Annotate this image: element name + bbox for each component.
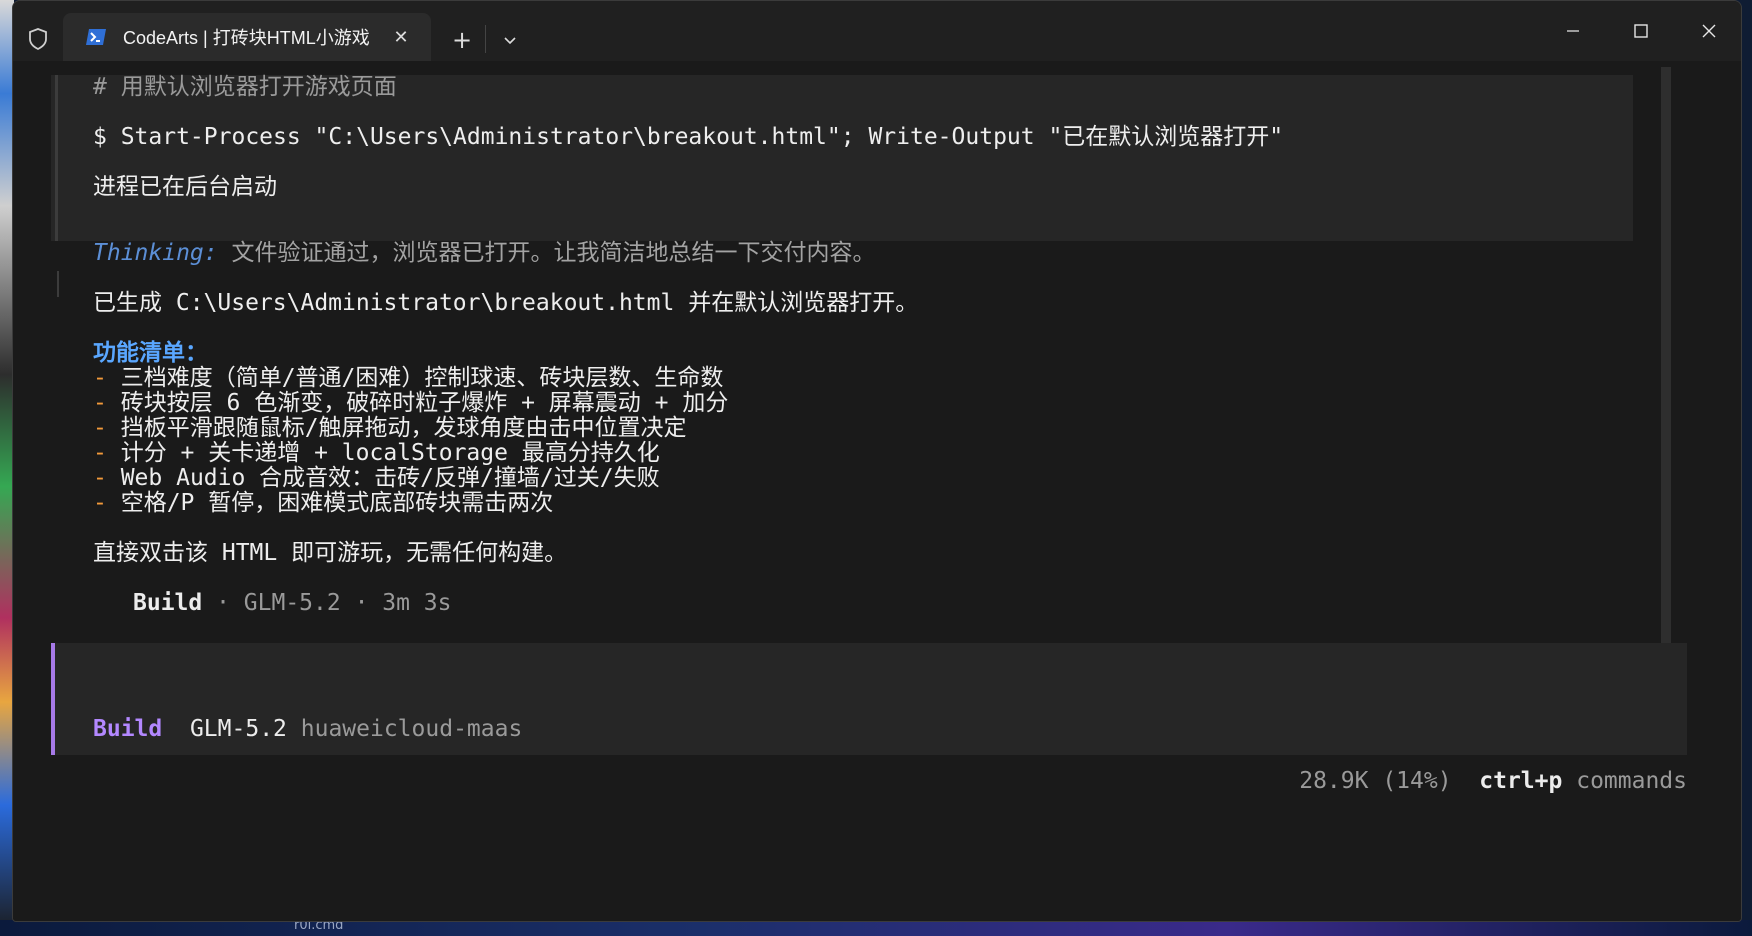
chevron-down-icon[interactable]: [493, 23, 527, 57]
token-usage: 28.9K (14%): [1299, 768, 1452, 794]
close-icon[interactable]: [1679, 11, 1739, 51]
response-summary: 已生成 C:\Users\Administrator\breakout.html…: [93, 290, 919, 316]
terminal-content[interactable]: # 用默认浏览器打开游戏页面 $ Start-Process "C:\Users…: [13, 61, 1741, 921]
feature-item: - Web Audio 合成音效：击砖/反弹/撞墙/过关/失败: [93, 464, 660, 492]
build-footer: Build · GLM-5.2 · 3m 3s: [133, 589, 452, 617]
powershell-icon: [85, 28, 107, 46]
tool-comment: # 用默认浏览器打开游戏页面: [93, 74, 397, 100]
feature-text: Web Audio 合成音效：击砖/反弹/撞墙/过关/失败: [120, 465, 660, 491]
plus-icon[interactable]: +: [445, 23, 479, 57]
list-dash: -: [93, 415, 121, 441]
feature-text: 挡板平滑跟随鼠标/触屏拖动，发球角度由击中位置决定: [120, 415, 687, 441]
list-dash: -: [93, 440, 121, 466]
shortcut-keys: ctrl+p: [1479, 768, 1563, 794]
commands-label[interactable]: commands: [1576, 768, 1687, 794]
prompt-input[interactable]: Build GLM-5.2 huaweicloud-maas: [51, 643, 1687, 755]
feature-item: - 计分 + 关卡递增 + localStorage 最高分持久化: [93, 439, 660, 467]
mode-label[interactable]: Build: [93, 716, 162, 742]
status-bar: 28.9K (14%) ctrl+p commands: [1299, 767, 1687, 795]
input-meta: Build GLM-5.2 huaweicloud-maas: [93, 715, 522, 743]
features-title: 功能清单：: [93, 340, 208, 366]
maximize-icon[interactable]: [1611, 11, 1671, 51]
feature-item: - 空格/P 暂停，困难模式底部砖块需击两次: [93, 489, 553, 517]
provider-label: huaweicloud-maas: [300, 716, 523, 742]
thinking-line: Thinking: 文件验证通过，浏览器已打开。让我简洁地总结一下交付内容。: [93, 239, 875, 267]
list-dash: -: [93, 490, 121, 516]
tool-output-bar: [55, 75, 58, 241]
feature-item: - 三档难度（简单/普通/困难）控制球速、砖块层数、生命数: [93, 364, 723, 392]
tool-output-block: # 用默认浏览器打开游戏页面 $ Start-Process "C:\Users…: [51, 74, 1633, 241]
terminal-window: CodeArts | 打砖块HTML小游戏 ✕ + # 用默认浏览器打开游戏页面…: [12, 0, 1742, 922]
scrollbar-track[interactable]: [1661, 67, 1671, 679]
desktop-background-bottom: [0, 920, 1752, 936]
feature-item: - 挡板平滑跟随鼠标/触屏拖动，发球角度由击中位置决定: [93, 414, 687, 442]
thinking-bar: [57, 271, 59, 297]
build-meta: · GLM-5.2 · 3m 3s: [202, 590, 452, 616]
response-closing: 直接双击该 HTML 即可游玩，无需任何构建。: [93, 540, 568, 566]
tab-codearts[interactable]: CodeArts | 打砖块HTML小游戏 ✕: [63, 13, 431, 61]
close-icon[interactable]: ✕: [389, 25, 413, 49]
feature-text: 空格/P 暂停，困难模式底部砖块需击两次: [120, 490, 554, 516]
list-dash: -: [93, 390, 121, 416]
tool-command: $ Start-Process "C:\Users\Administrator\…: [93, 124, 1284, 150]
thinking-text: 文件验证通过，浏览器已打开。让我简洁地总结一下交付内容。: [217, 240, 876, 266]
title-bar: CodeArts | 打砖块HTML小游戏 ✕ +: [13, 1, 1741, 61]
feature-text: 计分 + 关卡递增 + localStorage 最高分持久化: [120, 440, 660, 466]
tab-title: CodeArts | 打砖块HTML小游戏: [123, 28, 370, 48]
thinking-label: Thinking:: [93, 240, 218, 266]
tool-result: 进程已在后台启动: [93, 174, 277, 200]
input-accent-bar: [51, 643, 55, 755]
feature-text: 砖块按层 6 色渐变，破碎时粒子爆炸 + 屏幕震动 + 加分: [120, 390, 729, 416]
list-dash: -: [93, 465, 121, 491]
feature-item: - 砖块按层 6 色渐变，破碎时粒子爆炸 + 屏幕震动 + 加分: [93, 389, 728, 417]
shield-icon[interactable]: [25, 25, 51, 53]
list-dash: -: [93, 365, 121, 391]
minimize-icon[interactable]: [1543, 11, 1603, 51]
tab-divider: [485, 25, 486, 53]
build-name: Build: [133, 590, 203, 616]
feature-text: 三档难度（简单/普通/困难）控制球速、砖块层数、生命数: [120, 365, 724, 391]
model-label[interactable]: GLM-5.2: [190, 716, 287, 742]
